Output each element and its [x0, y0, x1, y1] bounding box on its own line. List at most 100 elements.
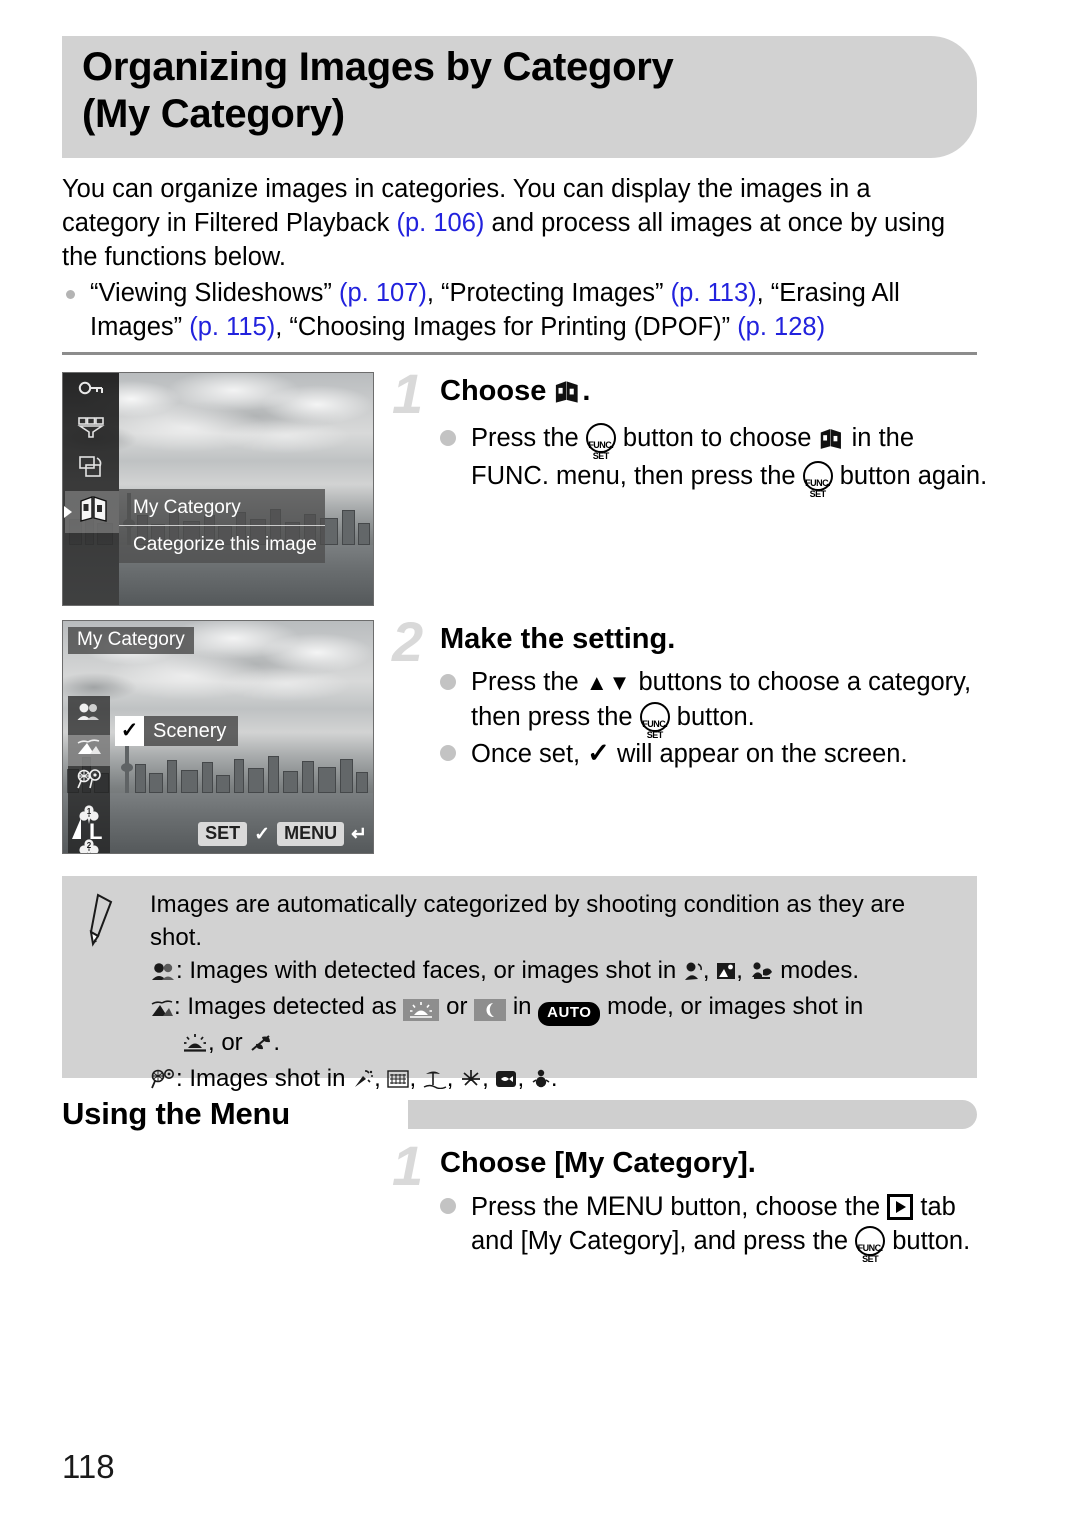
step-block-2: 2 Make the setting. Press the ▲▼ buttons…: [392, 614, 992, 773]
step-title: Choose [My Category].: [440, 1147, 756, 1179]
sunset-mode-icon: [182, 1029, 208, 1062]
func-menu-panel: My Category Categorize this image: [119, 489, 325, 563]
events-icon[interactable]: [68, 769, 110, 800]
section-heading-bar: [408, 1100, 977, 1129]
auto-mode-badge-icon: AUTO: [538, 1002, 601, 1026]
instruction-text-2: button to choose: [615, 423, 819, 452]
bullet-dot-icon: [440, 429, 456, 446]
foliage-mode-icon: [249, 1029, 273, 1062]
page-title-line-1: Organizing Images by Category: [82, 45, 674, 89]
my-category-books-icon: [554, 378, 582, 413]
checkmark-icon: ✓: [587, 737, 610, 768]
bullet-dot-icon: [440, 1197, 456, 1214]
func-set-button-icon: FUNC. SET: [639, 701, 670, 740]
scenery-icon: [150, 993, 174, 1026]
note-line-5: : Images shot in , , , , , .: [150, 1062, 961, 1098]
step-body: Press the ▲▼ buttons to choose a categor…: [440, 665, 992, 771]
instruction-text-4: button.: [885, 1226, 971, 1255]
instruction-text-4: button again.: [832, 461, 988, 490]
step-number: 1: [392, 1134, 424, 1197]
step-title-period: .: [582, 375, 591, 407]
step-number: 2: [392, 610, 424, 673]
svg-text:L: L: [89, 819, 102, 843]
night-scene-chip-icon: [474, 999, 507, 1021]
set-key-hint[interactable]: SET: [198, 822, 248, 846]
instruction-text-1: Press the: [471, 423, 586, 452]
category-option-label: Scenery: [153, 719, 227, 742]
note-line-1: Images are automatically categorized by …: [150, 891, 906, 951]
category-option-row[interactable]: ✓ Scenery: [115, 716, 239, 746]
page-number: 118: [62, 1448, 115, 1485]
instruction-text-2: will appear on the screen.: [609, 739, 908, 768]
step-body: Press the MENU button, choose the tab an…: [440, 1189, 992, 1264]
bullet-dot-icon: [440, 744, 456, 761]
page-reference-128[interactable]: (p. 128): [737, 313, 825, 341]
sunset-scene-chip-icon: [403, 999, 440, 1021]
intro-paragraph: You can organize images in categories. Y…: [62, 172, 972, 274]
page-reference-107[interactable]: (p. 107): [339, 279, 427, 307]
page-reference-115[interactable]: (p. 115): [189, 313, 275, 341]
my-category-books-icon[interactable]: [75, 495, 115, 529]
bullet-dot-icon: [66, 290, 75, 299]
topic-protecting: , “Protecting Images”: [426, 279, 671, 307]
step-title-text: Choose: [440, 375, 555, 407]
protect-key-icon[interactable]: [71, 379, 111, 413]
people-faces-icon[interactable]: [68, 701, 110, 732]
note-line-2: : Images with detected faces, or images …: [150, 954, 961, 990]
list-item: “Viewing Slideshows” (p. 107), “Protecti…: [62, 276, 982, 344]
topic-dpof: , “Choosing Images for Printing (DPOF)”: [275, 313, 738, 341]
section-heading: Using the Menu: [62, 1096, 290, 1131]
instruction-line: Once set, ✓ will appear on the screen.: [440, 736, 992, 771]
snow-mode-icon: [387, 1065, 410, 1098]
party-indoor-mode-icon: [352, 1065, 374, 1098]
menu-key-hint[interactable]: MENU: [277, 822, 345, 846]
selection-caret-icon: [64, 506, 72, 518]
night-snapshot-mode-icon: [716, 957, 736, 990]
func-menu-item-categorize[interactable]: Categorize this image: [119, 526, 325, 563]
func-set-button-icon: FUNC. SET: [855, 1225, 886, 1264]
step-block-menu-1: 1 Choose [My Category]. Press the MENU b…: [392, 1138, 992, 1264]
related-topics-list: “Viewing Slideshows” (p. 107), “Protecti…: [62, 276, 982, 344]
step-body: Press the FUNC. SET button to choose in t…: [440, 421, 992, 499]
camera-screen-func-menu: My Category Categorize this image: [62, 372, 374, 606]
step-number: 1: [392, 362, 424, 425]
func-set-button-icon: FUNC. SET: [802, 460, 833, 499]
scenery-icon[interactable]: [68, 735, 110, 766]
my-category-books-icon: [819, 425, 845, 459]
menu-button-label: MENU: [585, 1190, 664, 1221]
page-reference-106[interactable]: (p. 106): [397, 209, 485, 237]
checkmark-icon: ✓: [115, 716, 144, 746]
instruction-text-1: Press the: [471, 667, 586, 696]
instruction-text-1: Press the: [471, 1192, 586, 1221]
kids-and-pets-mode-icon: [750, 957, 774, 990]
func-menu-item-my-category[interactable]: My Category: [119, 489, 325, 526]
playback-tab-icon: [887, 1193, 914, 1220]
page-title-line-2: (My Category): [82, 92, 345, 137]
people-faces-icon: [150, 957, 176, 990]
func-set-button-icon: FUNC. SET: [585, 422, 616, 461]
rotate-image-icon[interactable]: [71, 455, 111, 489]
horizontal-divider: [62, 352, 977, 355]
image-quality-indicator: L: [69, 815, 103, 847]
func-menu-rail: [63, 373, 119, 605]
beach-mode-icon: [423, 1065, 447, 1098]
page-reference-113[interactable]: (p. 113): [671, 279, 757, 307]
instruction-text-1: Once set,: [471, 739, 588, 768]
screen-bottom-bar: SET ✓ MENU ↵: [198, 822, 367, 846]
page-title: Organizing Images by Category (My Catego…: [82, 44, 962, 138]
underwater-mode-icon: [531, 1065, 551, 1098]
pencil-icon: [84, 892, 130, 948]
note-line-3: : Images detected as or in AUTO mode, or…: [150, 990, 961, 1026]
portrait-mode-icon: [683, 957, 703, 990]
step-block-1: 1 Choose . Press the FUNC. SET button to …: [392, 366, 992, 499]
up-down-buttons-icon: ▲▼: [585, 669, 632, 695]
checkmark-icon: ✓: [254, 823, 271, 845]
step-title: Choose .: [440, 374, 992, 413]
topic-slideshows: “Viewing Slideshows”: [90, 279, 339, 307]
camera-screen-my-category: My Category 1 2 L ✓ Scenery SET ✓ MENU ↵: [62, 620, 374, 854]
instruction-line: Press the MENU button, choose the tab an…: [440, 1189, 992, 1264]
back-arrow-icon: ↵: [351, 823, 367, 845]
bullet-dot-icon: [440, 673, 456, 690]
step-title: Make the setting.: [440, 623, 676, 655]
filter-playback-icon[interactable]: [71, 417, 111, 451]
